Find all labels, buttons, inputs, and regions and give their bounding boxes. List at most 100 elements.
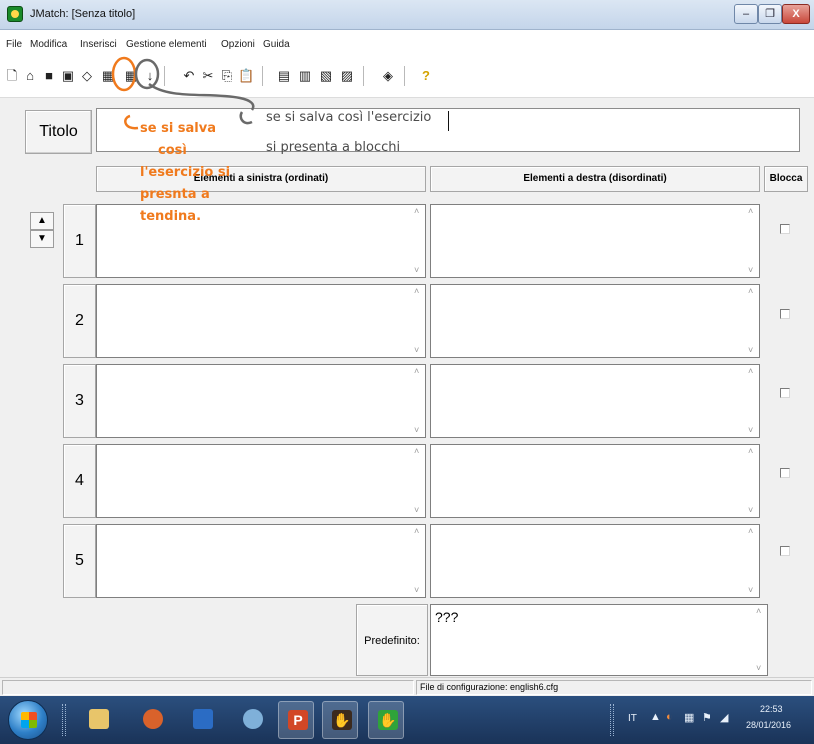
right-item-field[interactable]	[430, 284, 760, 358]
clock-time[interactable]: 22:53	[760, 704, 783, 714]
tray-flag-icon[interactable]: ⚑	[702, 711, 712, 724]
open-file-icon[interactable]: ⌂	[22, 68, 38, 84]
annotation-gray-line2: si presenta a blocchi	[266, 140, 401, 155]
undo-icon[interactable]: ↶	[181, 68, 197, 84]
status-segment	[2, 680, 414, 695]
folder-icon	[89, 709, 109, 729]
explorer-taskbar-button[interactable]	[80, 701, 116, 739]
powerpoint-taskbar-button[interactable]: P	[278, 701, 314, 739]
scrollbar[interactable]	[411, 285, 425, 357]
menu-modifica[interactable]: Modifica	[30, 39, 67, 50]
close-button[interactable]: X	[782, 4, 810, 24]
default-value: ???	[435, 609, 459, 625]
row-number: 2	[63, 284, 96, 358]
jmatch-taskbar-button[interactable]: ✋	[368, 701, 404, 739]
annotation-line: tendina.	[140, 209, 202, 224]
app-taskbar-button[interactable]	[234, 701, 270, 739]
left-item-field[interactable]	[96, 284, 426, 358]
hotpotatoes-taskbar-button[interactable]: ✋	[322, 701, 358, 739]
new-file-icon[interactable]: 🗋	[4, 68, 20, 84]
lock-checkbox[interactable]	[780, 309, 790, 319]
tray-flash-icon[interactable]: ◐	[666, 711, 673, 723]
firefox-taskbar-button[interactable]	[134, 701, 170, 739]
save-icon[interactable]: ■	[41, 68, 57, 84]
row-number: 5	[63, 524, 96, 598]
scrollbar[interactable]	[745, 525, 759, 597]
scrollbar[interactable]	[411, 365, 425, 437]
row-number: 1	[63, 204, 96, 278]
right-item-field[interactable]	[430, 204, 760, 278]
row-number: 3	[63, 364, 96, 438]
menu-gestione-elementi[interactable]: Gestione elementi	[126, 39, 207, 50]
menu-inserisci[interactable]: Inserisci	[80, 39, 117, 50]
tray-volume-icon[interactable]: ◢	[720, 711, 728, 724]
left-item-field[interactable]	[96, 524, 426, 598]
start-button[interactable]	[8, 700, 48, 740]
lock-checkbox[interactable]	[780, 388, 790, 398]
clear-icon[interactable]: ◇	[79, 68, 95, 84]
hand-icon: ✋	[332, 710, 352, 730]
lock-checkbox[interactable]	[780, 546, 790, 556]
toolbar-separator	[164, 66, 165, 86]
config-icon[interactable]: ▧	[318, 68, 334, 84]
save-block-exercise-icon[interactable]: ▦	[123, 68, 139, 84]
right-item-field[interactable]	[430, 524, 760, 598]
cut-icon[interactable]: ✂	[200, 68, 216, 84]
window-title: JMatch: [Senza titolo]	[30, 8, 136, 20]
move-up-button[interactable]: ▲	[30, 212, 54, 230]
input-language[interactable]: IT	[628, 713, 637, 724]
tutor-icon[interactable]: ◈	[380, 68, 396, 84]
scrollbar[interactable]	[745, 205, 759, 277]
row-number: 4	[63, 444, 96, 518]
left-item-field[interactable]	[96, 444, 426, 518]
toolbar-separator	[363, 66, 364, 86]
jmatch-app-icon	[7, 6, 23, 22]
tray-network-icon[interactable]: ▦	[684, 711, 694, 724]
copy-icon[interactable]: ⎘	[219, 68, 235, 84]
save-dropdown-exercise-icon[interactable]: ▦	[100, 68, 116, 84]
lock-checkbox[interactable]	[780, 468, 790, 478]
scrollbar[interactable]	[745, 365, 759, 437]
menu-opzioni[interactable]: Opzioni	[221, 39, 255, 50]
network-app-icon	[243, 709, 263, 729]
paste-icon[interactable]: 📋	[238, 68, 254, 84]
menu-bar: File Modifica Inserisci Gestione element…	[0, 30, 814, 58]
toolbar-separator	[262, 66, 263, 86]
tray-expand-icon[interactable]: ▲	[650, 711, 661, 723]
outlook-taskbar-button[interactable]	[184, 701, 220, 739]
menu-guida[interactable]: Guida	[263, 39, 290, 50]
taskbar-grip	[62, 704, 66, 736]
annotation-orange-text: se si salva così l'esercizio si presnta …	[140, 118, 230, 228]
annotation-line: presnta a	[140, 187, 210, 202]
default-field[interactable]: ???	[430, 604, 768, 676]
settings-icon[interactable]: ▨	[339, 68, 355, 84]
arrow-down-icon[interactable]: ↓	[142, 68, 158, 84]
maximize-button[interactable]: ❐	[758, 4, 782, 24]
save-as-icon[interactable]: ▣	[60, 68, 76, 84]
outlook-icon	[193, 709, 213, 729]
move-down-button[interactable]: ▼	[30, 230, 54, 248]
right-item-field[interactable]	[430, 444, 760, 518]
scrollbar[interactable]	[411, 205, 425, 277]
left-item-field[interactable]	[96, 364, 426, 438]
minimize-button[interactable]: –	[734, 4, 758, 24]
export-web-icon[interactable]: ▤	[276, 68, 292, 84]
export-print-icon[interactable]: ▥	[297, 68, 313, 84]
lock-checkbox[interactable]	[780, 224, 790, 234]
help-icon[interactable]: ?	[418, 68, 434, 84]
toolbar-separator	[404, 66, 405, 86]
scrollbar[interactable]	[411, 445, 425, 517]
scrollbar[interactable]	[745, 445, 759, 517]
menu-file[interactable]: File	[6, 39, 22, 50]
toolbar: 🗋 ⌂ ■ ▣ ◇ ▦ ▦ ↓ ↶ ✂ ⎘ 📋 ▤ ▥ ▧ ▨ ◈ ?	[0, 58, 814, 98]
status-config-file: File di configurazione: english6.cfg	[416, 680, 812, 695]
scrollbar[interactable]	[745, 285, 759, 357]
column-header-right: Elementi a destra (disordinati)	[430, 166, 760, 192]
annotation-line: l'esercizio si	[140, 165, 231, 180]
right-item-field[interactable]	[430, 364, 760, 438]
annotation-line: se si salva	[140, 121, 217, 136]
scrollbar[interactable]	[753, 605, 767, 675]
scrollbar[interactable]	[411, 525, 425, 597]
clock-date[interactable]: 28/01/2016	[746, 720, 791, 730]
status-bar: File di configurazione: english6.cfg	[0, 677, 814, 696]
